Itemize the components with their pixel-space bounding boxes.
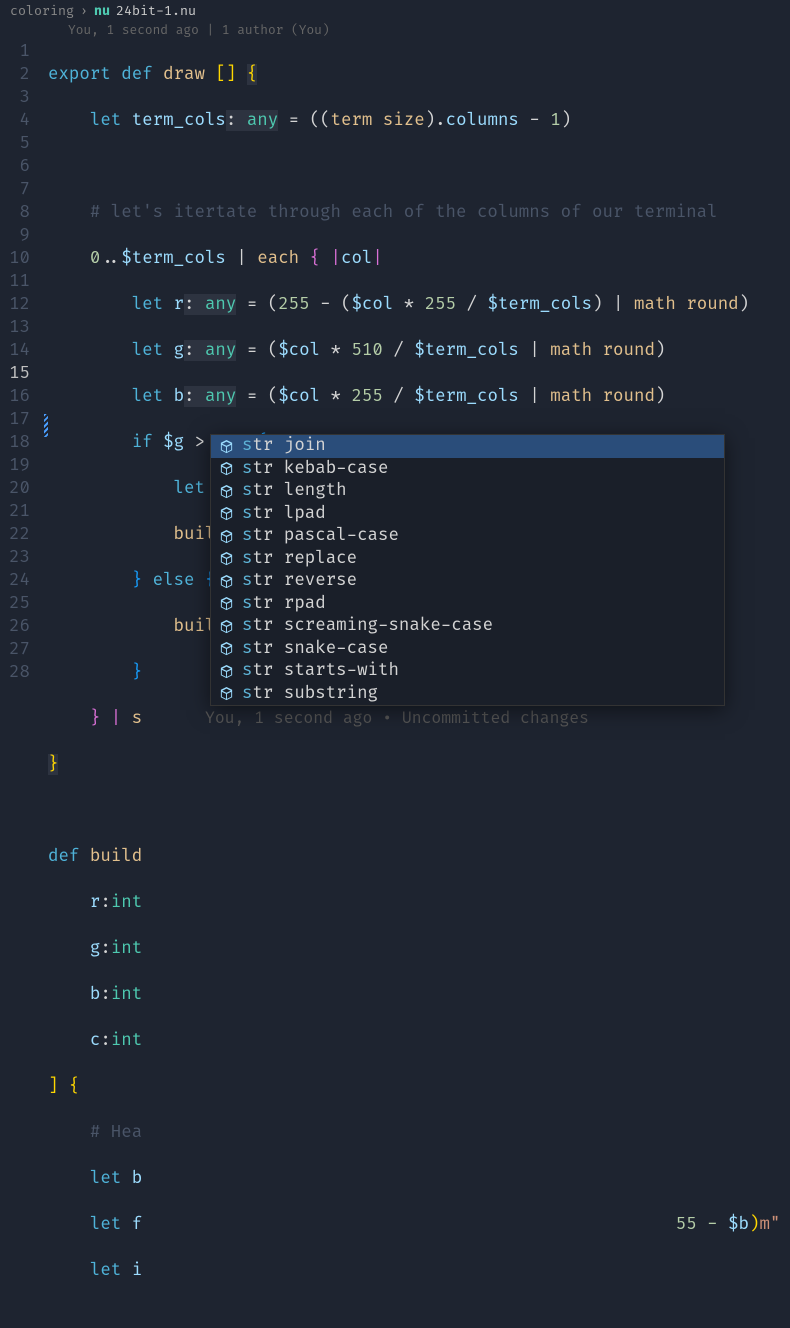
module-icon — [219, 439, 234, 454]
line-number: 14 — [0, 339, 30, 362]
code-line[interactable]: let b — [48, 1167, 780, 1190]
line-number: 21 — [0, 500, 30, 523]
autocomplete-item[interactable]: str length — [211, 480, 724, 503]
line-number: 6 — [0, 155, 30, 178]
code-line[interactable] — [48, 155, 780, 178]
module-icon — [219, 641, 234, 656]
line-number: 17 — [0, 408, 30, 431]
line-number: 2 — [0, 63, 30, 86]
line-number: 26 — [0, 615, 30, 638]
code-line[interactable]: } | s You, 1 second ago • Uncommitted ch… — [48, 707, 780, 730]
autocomplete-item[interactable]: str replace — [211, 548, 724, 571]
line-number-gutter: 1 2 3 4 5 6 7 8 9 10 11 12 13 14 15 16 1… — [0, 40, 48, 1328]
module-icon — [219, 686, 234, 701]
autocomplete-popup[interactable]: str joinstr kebab-casestr lengthstr lpad… — [210, 434, 725, 706]
autocomplete-label: str kebab-case — [242, 458, 388, 481]
code-line[interactable]: r:int — [48, 891, 780, 914]
line-number: 16 — [0, 385, 30, 408]
autocomplete-label: str pascal-case — [242, 525, 399, 548]
code-line[interactable]: let b: any = ($col * 255 / $term_cols | … — [48, 385, 780, 408]
code-line[interactable]: let term_cols: any = ((term size).column… — [48, 109, 780, 132]
code-line[interactable]: g:int — [48, 937, 780, 960]
git-blame-header: You, 1 second ago | 1 author (You) — [0, 22, 790, 38]
line-number: 10 — [0, 247, 30, 270]
code-line[interactable]: # Hea — [48, 1121, 780, 1144]
breadcrumb-file[interactable]: 24bit-1.nu — [116, 3, 196, 19]
autocomplete-label: str rpad — [242, 593, 326, 616]
line-number: 8 — [0, 201, 30, 224]
autocomplete-label: str screaming-snake-case — [242, 615, 493, 638]
line-number: 12 — [0, 293, 30, 316]
autocomplete-label: str reverse — [242, 570, 357, 593]
line-number: 19 — [0, 454, 30, 477]
module-icon — [219, 506, 234, 521]
line-number: 4 — [0, 109, 30, 132]
autocomplete-item[interactable]: str screaming-snake-case — [211, 615, 724, 638]
autocomplete-item[interactable]: str snake-case — [211, 638, 724, 661]
code-line[interactable]: 0..$term_cols | each { |col| — [48, 247, 780, 270]
line-number-current: 15 — [0, 362, 30, 385]
autocomplete-label: str starts-with — [242, 660, 399, 683]
line-number: 9 — [0, 224, 30, 247]
code-line[interactable]: } — [48, 753, 780, 776]
line-number: 23 — [0, 546, 30, 569]
breadcrumb-sep: › — [80, 3, 88, 19]
autocomplete-item[interactable]: str kebab-case — [211, 458, 724, 481]
code-line[interactable]: export def draw [] { — [48, 63, 780, 86]
autocomplete-item[interactable]: str reverse — [211, 570, 724, 593]
code-line[interactable]: let i — [48, 1259, 780, 1282]
line-number: 5 — [0, 132, 30, 155]
module-icon — [219, 596, 234, 611]
module-icon — [219, 619, 234, 634]
module-icon — [219, 461, 234, 476]
line-number: 25 — [0, 592, 30, 615]
module-icon — [219, 529, 234, 544]
code-line[interactable]: c:int — [48, 1029, 780, 1052]
autocomplete-item[interactable]: str pascal-case — [211, 525, 724, 548]
breadcrumb-parent[interactable]: coloring — [10, 3, 74, 19]
module-icon — [219, 574, 234, 589]
line-number: 7 — [0, 178, 30, 201]
autocomplete-item[interactable]: str starts-with — [211, 660, 724, 683]
autocomplete-label: str length — [242, 480, 347, 503]
code-line[interactable] — [48, 799, 780, 822]
autocomplete-item[interactable]: str rpad — [211, 593, 724, 616]
autocomplete-label: str join — [242, 435, 326, 458]
code-line[interactable]: def build — [48, 845, 780, 868]
nu-file-icon: nu — [94, 3, 110, 19]
code-line[interactable]: b:int — [48, 983, 780, 1006]
code-line[interactable]: let r: any = (255 - ($col * 255 / $term_… — [48, 293, 780, 316]
code-line[interactable]: let g: any = ($col * 510 / $term_cols | … — [48, 339, 780, 362]
line-number: 27 — [0, 638, 30, 661]
line-number: 1 — [0, 40, 30, 63]
line-number: 3 — [0, 86, 30, 109]
code-line[interactable]: # let's itertate through each of the col… — [48, 201, 780, 224]
module-icon — [219, 551, 234, 566]
inline-git-blame: You, 1 second ago • Uncommitted changes — [205, 708, 589, 728]
line-number: 28 — [0, 661, 30, 684]
autocomplete-label: str replace — [242, 548, 357, 571]
line-number: 13 — [0, 316, 30, 339]
autocomplete-item[interactable]: str join — [211, 435, 724, 458]
line-number: 24 — [0, 569, 30, 592]
modified-line-indicator — [44, 414, 48, 437]
autocomplete-label: str substring — [242, 683, 378, 706]
code-line[interactable]: ] { — [48, 1075, 780, 1098]
autocomplete-item[interactable]: str substring — [211, 683, 724, 706]
code-line[interactable]: let f 55 - $b)m" — [48, 1213, 780, 1236]
line-number: 18 — [0, 431, 30, 454]
autocomplete-label: str lpad — [242, 503, 326, 526]
module-icon — [219, 664, 234, 679]
line-number: 22 — [0, 523, 30, 546]
line-number: 11 — [0, 270, 30, 293]
line-number: 20 — [0, 477, 30, 500]
module-icon — [219, 484, 234, 499]
autocomplete-item[interactable]: str lpad — [211, 503, 724, 526]
autocomplete-label: str snake-case — [242, 638, 388, 661]
breadcrumb[interactable]: coloring › nu 24bit-1.nu — [0, 0, 790, 22]
